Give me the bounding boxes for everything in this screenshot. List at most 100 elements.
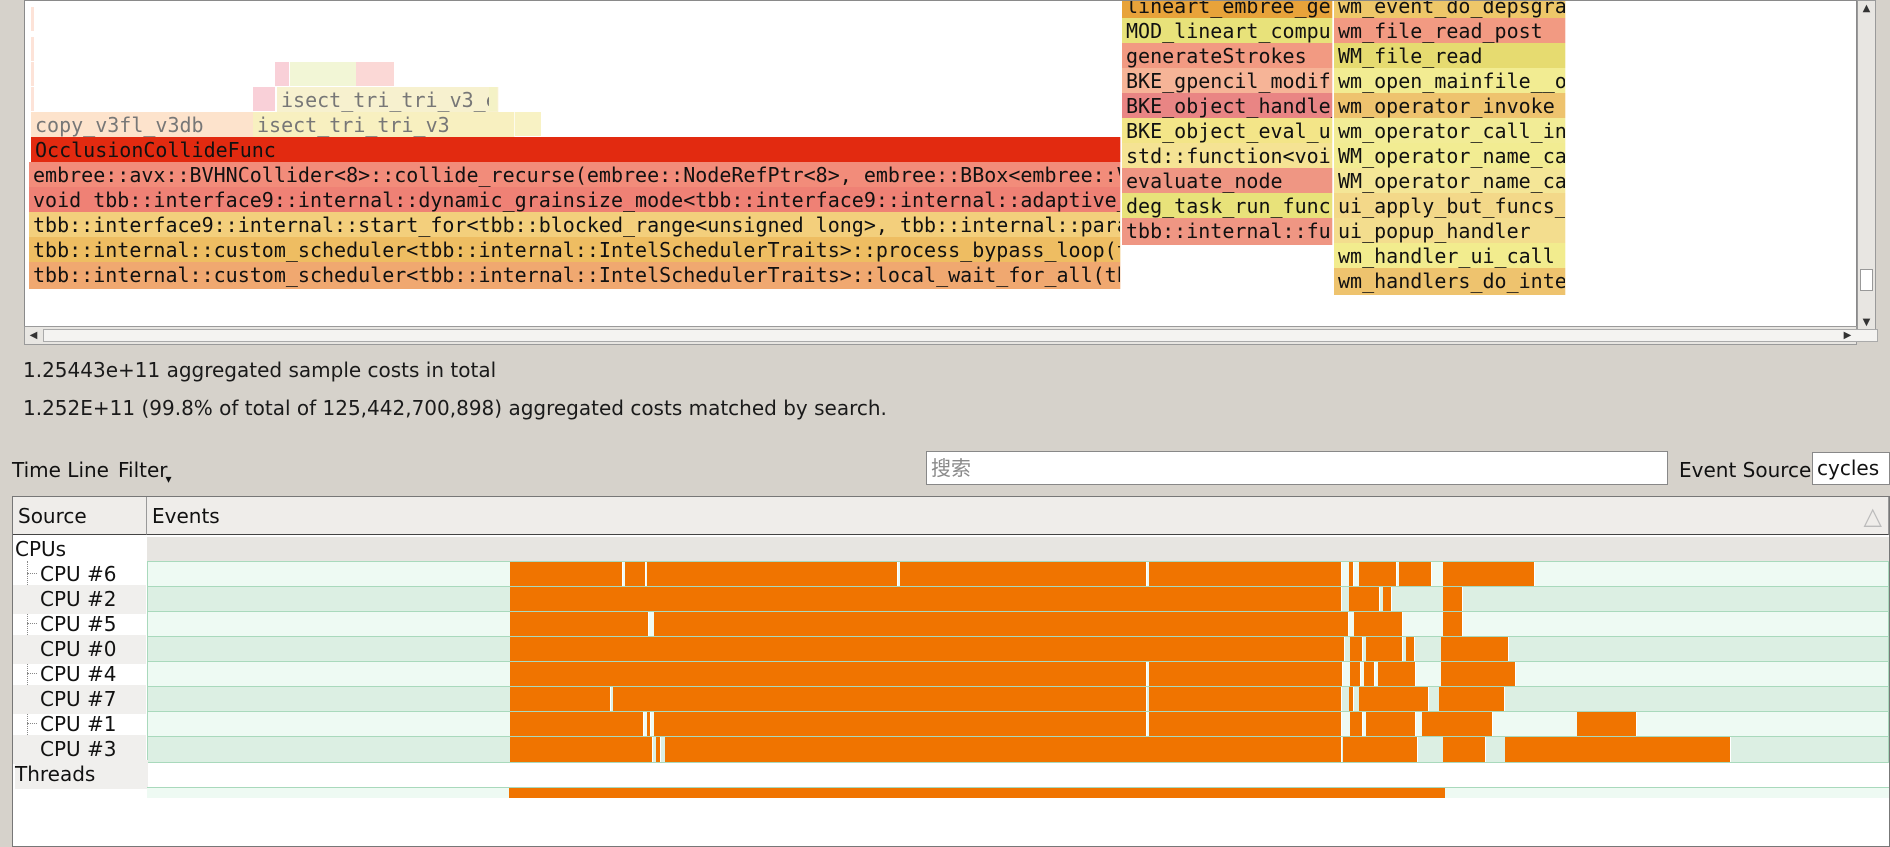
- event-block[interactable]: [1348, 587, 1380, 612]
- flame-frame[interactable]: deg_task_run_func: [1122, 193, 1333, 220]
- flame-frame[interactable]: wm_file_read_post: [1334, 18, 1566, 45]
- filter-menu-button[interactable]: Filter▾: [118, 458, 174, 486]
- flame-frame[interactable]: wm_event_do_depsgraph: [1334, 1, 1566, 20]
- event-block[interactable]: [1350, 637, 1363, 662]
- event-block[interactable]: [1505, 737, 1732, 762]
- event-block[interactable]: [1343, 737, 1419, 762]
- event-block[interactable]: [1378, 662, 1417, 687]
- event-block[interactable]: [1364, 662, 1375, 687]
- event-block[interactable]: [1366, 637, 1403, 662]
- flame-frame[interactable]: generateStrokes: [1122, 43, 1333, 70]
- scroll-thumb[interactable]: [1860, 269, 1873, 291]
- event-block[interactable]: [1406, 637, 1415, 662]
- event-block[interactable]: [624, 562, 646, 587]
- cpu-event-track[interactable]: [147, 736, 1889, 763]
- event-block[interactable]: [1359, 562, 1398, 587]
- event-block[interactable]: [1399, 562, 1433, 587]
- timeline-table[interactable]: Source Events △ CPUs CPU #6 CPU #2 CPU #5 CP…: [12, 496, 1890, 847]
- event-block[interactable]: [509, 737, 653, 762]
- scroll-thumb-horizontal[interactable]: [43, 329, 1878, 342]
- flame-frame[interactable]: wm_handler_ui_call: [1334, 243, 1566, 270]
- event-block[interactable]: [1148, 662, 1344, 687]
- event-block[interactable]: [509, 662, 1147, 687]
- flame-frame[interactable]: tbb::internal::custom_scheduler<tbb::int…: [29, 262, 1121, 289]
- flame-frame-small[interactable]: [356, 62, 394, 86]
- flame-frame[interactable]: std::function<void (l: [1122, 143, 1333, 170]
- event-block[interactable]: [654, 712, 1147, 737]
- flame-frame[interactable]: WM_file_read: [1334, 43, 1566, 70]
- flame-frame-small[interactable]: [31, 37, 34, 61]
- event-block[interactable]: [1353, 612, 1403, 637]
- scroll-right-icon[interactable]: ▶: [1839, 327, 1856, 344]
- event-block[interactable]: [664, 737, 1342, 762]
- flame-frame[interactable]: BKE_gpencil_modifiers: [1122, 68, 1333, 95]
- event-block[interactable]: [509, 637, 1346, 662]
- cpu-event-track[interactable]: [147, 711, 1889, 738]
- event-block[interactable]: [1440, 637, 1509, 662]
- flame-frame[interactable]: MOD_lineart_compute_: [1122, 18, 1333, 45]
- tab-time-line[interactable]: Time Line: [12, 458, 109, 482]
- flame-horizontal-scrollbar[interactable]: ◀ ▶: [24, 326, 1878, 345]
- flame-frame[interactable]: ui_popup_handler: [1334, 218, 1566, 245]
- tree-group-threads[interactable]: Threads: [15, 760, 148, 789]
- event-block[interactable]: [1359, 687, 1429, 712]
- flame-frame[interactable]: evaluate_node: [1122, 168, 1333, 195]
- event-block[interactable]: [1442, 587, 1464, 612]
- event-block[interactable]: [509, 788, 1445, 798]
- flame-frame-small[interactable]: [31, 62, 34, 86]
- flame-frame[interactable]: isect_tri_tri_v3_ex: [277, 87, 499, 114]
- cpu-event-track[interactable]: [147, 611, 1889, 638]
- flame-frame-small[interactable]: [31, 7, 34, 31]
- event-block[interactable]: [509, 612, 650, 637]
- event-source-select[interactable]: cycles: [1812, 452, 1890, 485]
- flame-frame[interactable]: isect_tri_tri_v3: [253, 112, 515, 139]
- event-block[interactable]: [1148, 687, 1342, 712]
- event-block[interactable]: [1440, 662, 1516, 687]
- event-block[interactable]: [899, 562, 1147, 587]
- flame-frame[interactable]: ui_apply_but_funcs_afte: [1334, 193, 1566, 220]
- event-block[interactable]: [647, 712, 651, 737]
- event-block[interactable]: [1350, 662, 1361, 687]
- event-block[interactable]: [1442, 612, 1464, 637]
- event-block[interactable]: [1348, 687, 1354, 712]
- event-block[interactable]: [1148, 712, 1342, 737]
- cpu-event-track[interactable]: [147, 561, 1889, 588]
- flame-frame[interactable]: WM_operator_name_call_: [1334, 168, 1566, 195]
- flame-graph[interactable]: lineart_embree_generwm_event_do_depsgrap…: [24, 0, 1857, 332]
- cpu-event-track[interactable]: [147, 686, 1889, 713]
- event-block[interactable]: [1348, 562, 1354, 587]
- flame-frame-small[interactable]: [515, 112, 541, 136]
- flame-frame[interactable]: copy_v3fl_v3db: [31, 112, 275, 139]
- event-block[interactable]: [1350, 712, 1363, 737]
- event-block[interactable]: [1439, 687, 1506, 712]
- event-block[interactable]: [654, 612, 1349, 637]
- column-header-events[interactable]: Events △: [147, 497, 1889, 535]
- event-block[interactable]: [612, 687, 1147, 712]
- event-block[interactable]: [1442, 737, 1487, 762]
- event-block[interactable]: [1366, 712, 1417, 737]
- flame-frame[interactable]: BKE_object_eval_uber_: [1122, 118, 1333, 145]
- event-block[interactable]: [509, 587, 1342, 612]
- flame-frame[interactable]: OcclusionCollideFunc: [31, 137, 1121, 164]
- thread-event-track[interactable]: [147, 787, 1889, 798]
- scroll-up-icon[interactable]: ▲: [1858, 1, 1875, 17]
- flame-frame-small[interactable]: [253, 87, 275, 111]
- flame-frame[interactable]: wm_open_mainfile__open: [1334, 68, 1566, 95]
- flame-frame-small[interactable]: [275, 62, 289, 86]
- event-block[interactable]: [656, 737, 662, 762]
- flame-frame[interactable]: lineart_embree_gener: [1122, 1, 1333, 20]
- event-block[interactable]: [1148, 562, 1342, 587]
- flame-frame-small[interactable]: [489, 87, 497, 111]
- cpu-event-track[interactable]: [147, 636, 1889, 663]
- event-block[interactable]: [1421, 712, 1493, 737]
- flame-frame-small[interactable]: [290, 62, 356, 86]
- flame-frame[interactable]: tbb::interface9::internal::start_for<tbb…: [29, 212, 1121, 239]
- column-header-source[interactable]: Source: [13, 497, 147, 535]
- flame-frame[interactable]: void tbb::interface9::internal::dynamic_…: [29, 187, 1121, 214]
- cpu-event-track[interactable]: [147, 586, 1889, 613]
- flame-vertical-scrollbar[interactable]: ▲ ▼: [1857, 0, 1876, 332]
- event-block[interactable]: [509, 687, 611, 712]
- flame-frame[interactable]: wm_operator_call_intern: [1334, 118, 1566, 145]
- cpu-event-track[interactable]: [147, 661, 1889, 688]
- flame-frame[interactable]: BKE_object_handle_dat: [1122, 93, 1333, 120]
